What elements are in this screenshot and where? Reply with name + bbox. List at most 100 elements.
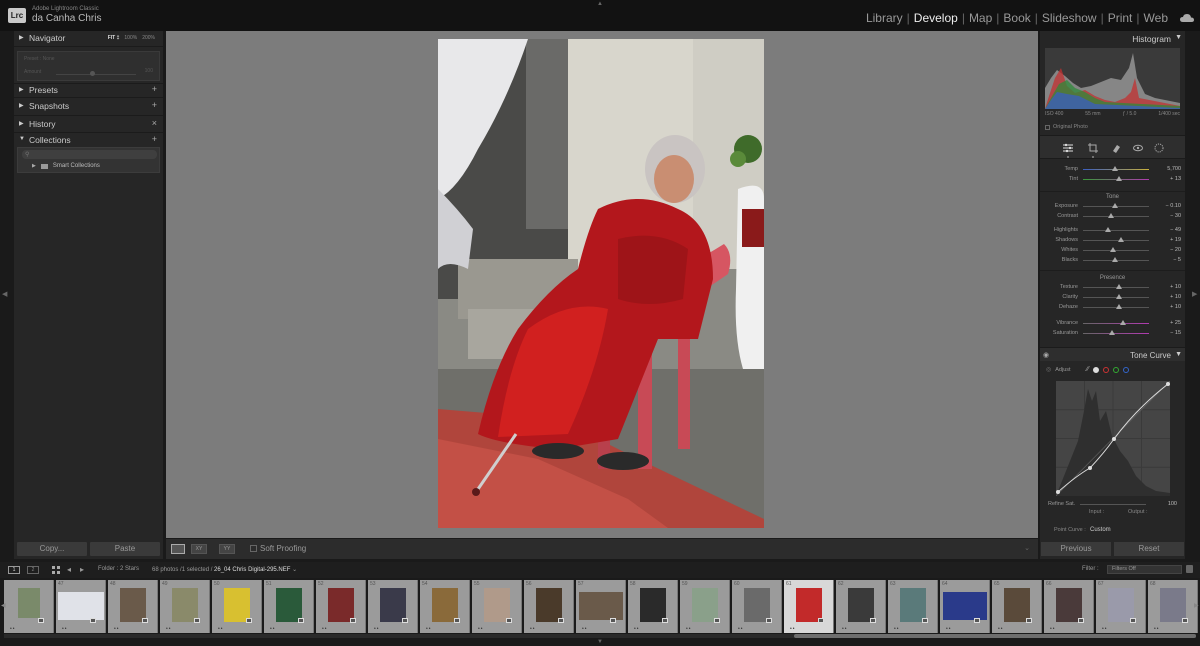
filmstrip-thumbnail[interactable]: 57 ••	[576, 580, 626, 633]
red-channel-icon[interactable]	[1102, 366, 1109, 373]
masking-icon[interactable]	[1154, 143, 1164, 153]
filmstrip-thumbnail[interactable]: 66 ••	[1044, 580, 1094, 633]
slider-track[interactable]	[1083, 230, 1149, 231]
slider-value[interactable]: + 19	[1170, 237, 1181, 243]
add-collection-icon[interactable]: +	[152, 134, 157, 144]
filmstrip-scrollbar[interactable]	[4, 634, 1196, 638]
add-snapshot-icon[interactable]: +	[152, 100, 157, 110]
thumbnail-image[interactable]	[1055, 588, 1082, 622]
thumbnail-image[interactable]	[578, 592, 623, 620]
thumbnail-image[interactable]	[691, 588, 718, 622]
original-photo-toggle[interactable]: Original Photo	[1045, 124, 1088, 130]
thumbnail-image[interactable]	[847, 588, 874, 622]
star-rating[interactable]: ••	[946, 626, 952, 632]
slider-track[interactable]	[1083, 323, 1149, 324]
star-rating[interactable]: ••	[10, 626, 16, 632]
slider-value[interactable]: − 30	[1170, 213, 1181, 219]
slider-tint[interactable]: Tint + 13	[1040, 175, 1185, 185]
thumbnail-image[interactable]	[535, 588, 562, 622]
presets-header[interactable]: ▶ Presets +	[14, 83, 163, 98]
collections-header[interactable]: ▼ Collections +	[14, 133, 163, 148]
module-develop[interactable]: Develop	[910, 11, 962, 25]
collections-search-input[interactable]: ⚲	[22, 150, 157, 159]
module-slideshow[interactable]: Slideshow	[1038, 11, 1101, 25]
previous-button[interactable]: Previous	[1041, 542, 1111, 556]
star-rating[interactable]: ••	[478, 626, 484, 632]
thumbnail-image[interactable]	[57, 592, 104, 620]
module-web[interactable]: Web	[1140, 11, 1172, 25]
slider-shadows[interactable]: Shadows + 19	[1040, 236, 1185, 246]
filmstrip-thumbnail[interactable]: 55 ••	[472, 580, 522, 633]
snapshots-header[interactable]: ▶ Snapshots +	[14, 99, 163, 114]
thumbnail-image[interactable]	[1107, 588, 1134, 622]
navigator-amount-knob[interactable]	[90, 71, 95, 76]
soft-proofing-checkbox[interactable]	[250, 545, 257, 552]
filmstrip-thumbnail[interactable]: 62 ••	[836, 580, 886, 633]
filmstrip-thumbnail[interactable]: 65 ••	[992, 580, 1042, 633]
slider-knob[interactable]	[1111, 203, 1118, 208]
filmstrip-thumbnail[interactable]: 50 ••	[212, 580, 262, 633]
zoom-200[interactable]: 200%	[142, 35, 155, 41]
slider-value[interactable]: − 5	[1173, 257, 1181, 263]
parametric-curve-icon[interactable]: ∕∕	[1087, 366, 1089, 373]
filmstrip-thumbnail[interactable]: 60 ••	[732, 580, 782, 633]
module-map[interactable]: Map	[965, 11, 996, 25]
thumbnail-image[interactable]	[223, 588, 250, 622]
slider-knob[interactable]	[1118, 237, 1125, 242]
star-rating[interactable]: ••	[114, 626, 120, 632]
filmstrip-thumbnail[interactable]: 58 ••	[628, 580, 678, 633]
histogram-header[interactable]: Histogram ▼	[1040, 31, 1185, 45]
left-panel-toggle-icon[interactable]: ◀	[2, 290, 7, 298]
thumbnail-image[interactable]	[17, 588, 40, 618]
slider-value[interactable]: + 10	[1170, 284, 1181, 290]
slider-knob[interactable]	[1111, 166, 1118, 171]
crop-icon[interactable]	[1088, 143, 1098, 153]
star-rating[interactable]: ••	[894, 626, 900, 632]
back-arrow-icon[interactable]: ◂	[67, 565, 71, 574]
toolbar-menu-icon[interactable]: ⌄	[1024, 544, 1030, 552]
healing-icon[interactable]	[1111, 143, 1121, 153]
smart-collections-item[interactable]: ▶ Smart Collections	[32, 163, 100, 169]
star-rating[interactable]: ••	[530, 626, 536, 632]
module-book[interactable]: Book	[999, 11, 1034, 25]
slider-value[interactable]: + 13	[1170, 176, 1181, 182]
thumbnail-image[interactable]	[171, 588, 198, 622]
slider-value[interactable]: + 25	[1170, 320, 1181, 326]
right-panel-toggle-icon[interactable]: ▶	[1192, 290, 1197, 298]
thumbnail-image[interactable]	[119, 588, 146, 622]
star-rating[interactable]: ••	[842, 626, 848, 632]
green-channel-icon[interactable]	[1112, 366, 1119, 373]
photo-preview[interactable]	[438, 39, 764, 528]
slider-track[interactable]	[1083, 216, 1149, 217]
tone-curve-header[interactable]: ◉ Tone Curve ▼	[1040, 347, 1185, 361]
thumbnail-image[interactable]	[899, 588, 926, 622]
star-rating[interactable]: ••	[62, 626, 68, 632]
slider-track[interactable]	[1083, 333, 1149, 334]
thumbnail-image[interactable]	[795, 588, 822, 622]
filmstrip-thumbnail[interactable]: 56 ••	[524, 580, 574, 633]
filter-select[interactable]: Filters Off	[1107, 565, 1182, 574]
star-rating[interactable]: ••	[270, 626, 276, 632]
main-screen-button[interactable]: 1	[8, 566, 20, 574]
source-folder[interactable]: Folder : 2 Stars	[98, 566, 139, 572]
refine-saturation-value[interactable]: 100	[1168, 501, 1177, 507]
zoom-100[interactable]: 100%	[124, 35, 137, 41]
filmstrip-thumbnail[interactable]: 51 ••	[264, 580, 314, 633]
slider-highlights[interactable]: Highlights − 49	[1040, 226, 1185, 236]
filmstrip-thumbnail[interactable]: 64 ••	[940, 580, 990, 633]
filmstrip-thumbnail[interactable]: 47 ••	[56, 580, 106, 633]
star-rating[interactable]: ••	[374, 626, 380, 632]
grid-view-icon[interactable]	[52, 566, 60, 574]
slider-knob[interactable]	[1109, 330, 1116, 335]
target-adjust-icon[interactable]: ◎	[1046, 366, 1051, 373]
slider-value[interactable]: − 15	[1170, 330, 1181, 336]
thumbnail-image[interactable]	[379, 588, 406, 622]
filmstrip-scroll-right-icon[interactable]: ▶	[1194, 602, 1199, 609]
slider-knob[interactable]	[1116, 294, 1123, 299]
refine-saturation-slider[interactable]	[1080, 504, 1146, 505]
reset-button[interactable]: Reset	[1114, 542, 1184, 556]
thumbnail-image[interactable]	[1003, 588, 1030, 622]
thumbnail-image[interactable]	[483, 588, 510, 622]
slider-clarity[interactable]: Clarity + 10	[1040, 293, 1185, 303]
slider-knob[interactable]	[1109, 247, 1116, 252]
